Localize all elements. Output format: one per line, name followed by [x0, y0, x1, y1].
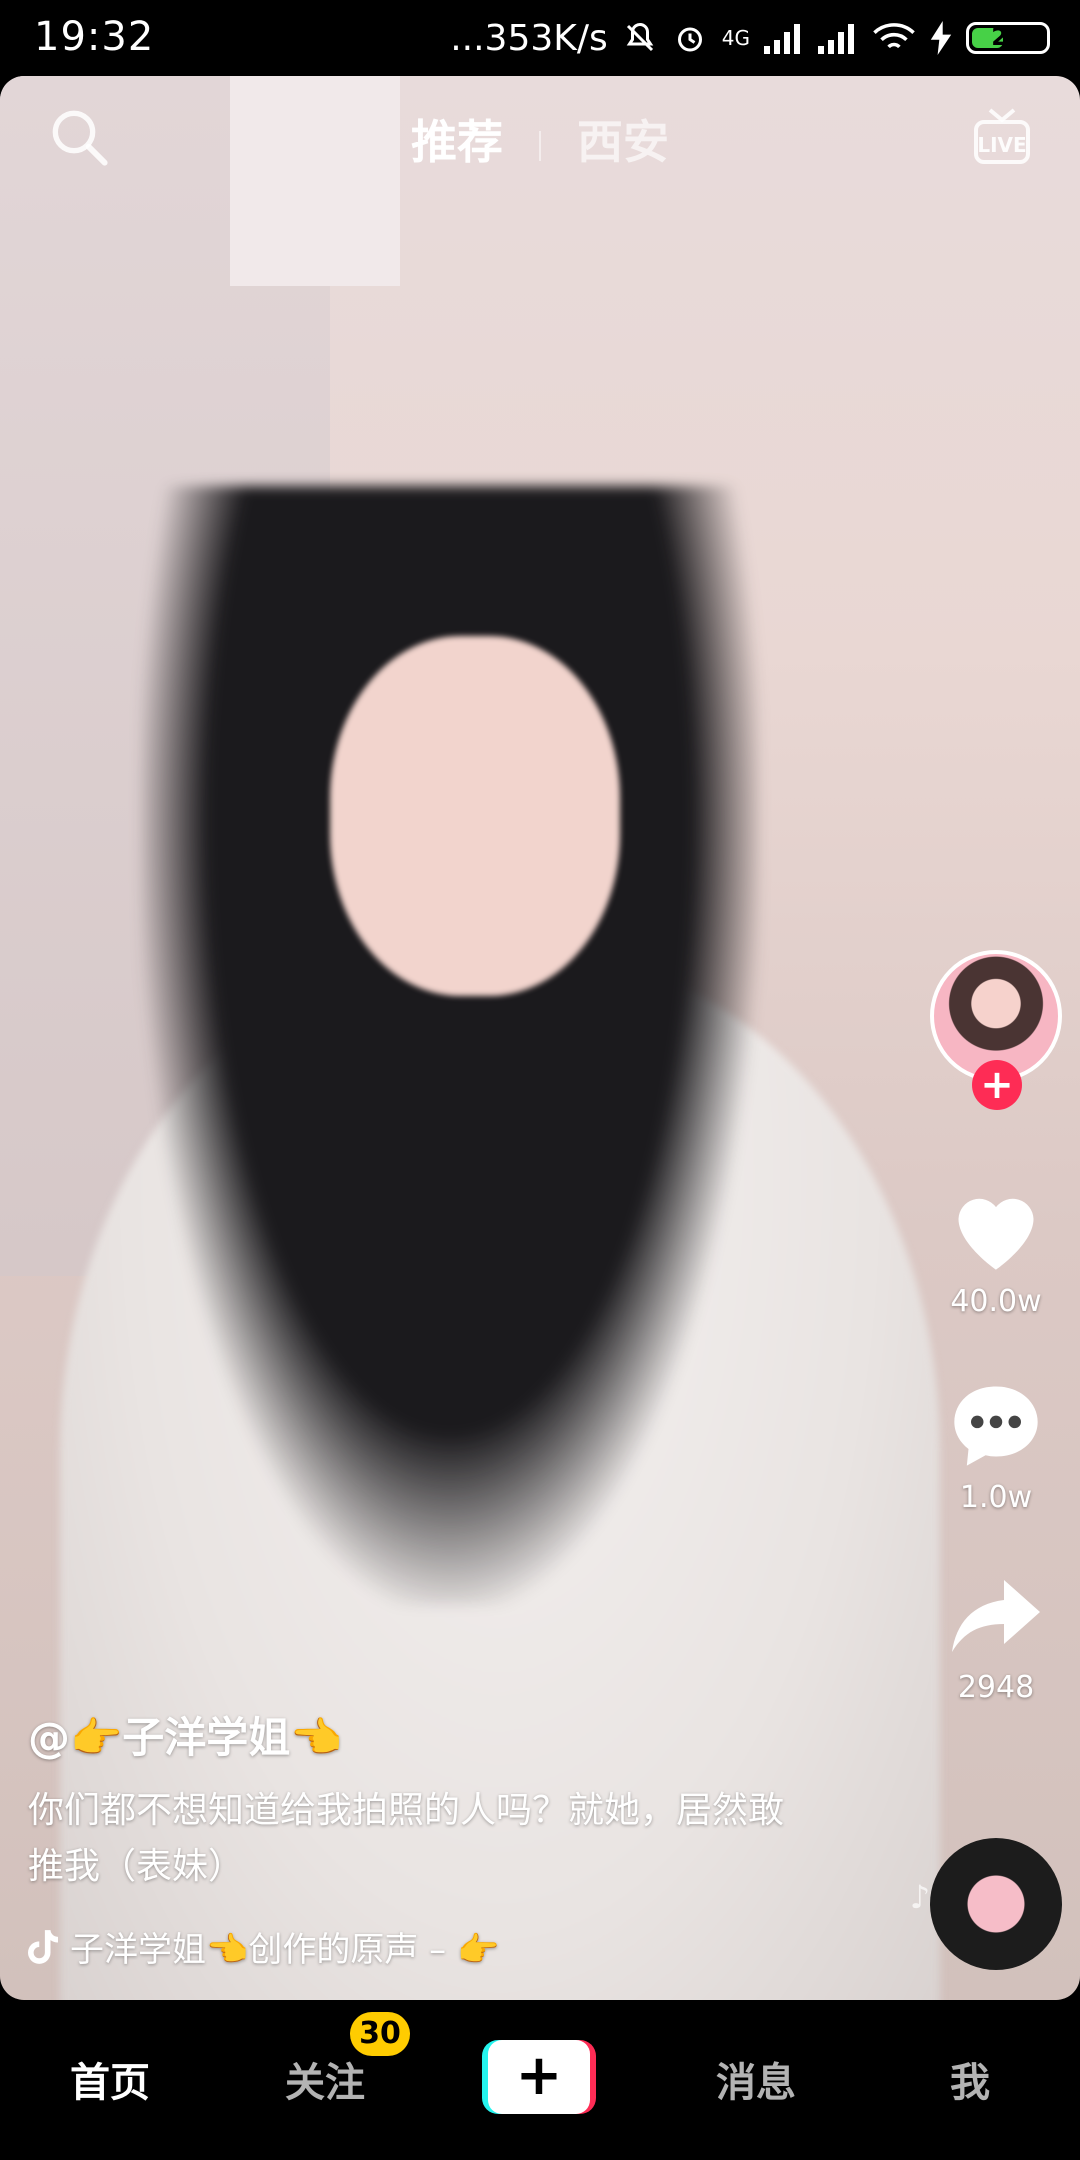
- nav-me[interactable]: 我: [890, 2050, 1050, 2108]
- tab-divider: [539, 130, 541, 161]
- status-bar: 19:32 ...353K/s 4G 24: [0, 0, 1080, 76]
- like-count: 40.0w: [950, 1284, 1042, 1319]
- battery-level: 24: [991, 23, 1025, 51]
- creator-avatar[interactable]: +: [930, 950, 1062, 1110]
- tab-local[interactable]: 西安: [557, 106, 689, 172]
- bottom-nav: 首页 关注 30 + 消息 我: [0, 2000, 1080, 2160]
- share-button[interactable]: 2948: [926, 1572, 1066, 1705]
- live-icon[interactable]: LIVE: [970, 104, 1034, 168]
- plus-icon: +: [488, 2040, 590, 2114]
- top-tabs: 推荐 西安: [0, 106, 1080, 172]
- signal-icon: [764, 22, 804, 54]
- music-note-icon: ♪: [909, 1878, 930, 1916]
- live-label: LIVE: [977, 133, 1026, 157]
- nav-following[interactable]: 关注: [245, 2050, 405, 2108]
- video-description: 你们都不想知道给我拍照的人吗？就她，居然敢推我（表妹）: [28, 1790, 785, 1887]
- video-caption: @👉子洋学姐👈 你们都不想知道给我拍照的人吗？就她，居然敢推我（表妹）: [28, 1704, 808, 1895]
- comment-button[interactable]: 1.0w: [926, 1378, 1066, 1515]
- signal-icon: [818, 22, 858, 54]
- network-speed: ...353K/s: [450, 17, 608, 59]
- comment-icon: [954, 1386, 1038, 1466]
- music-info[interactable]: 子洋学姐👈创作的原声 – 👉: [28, 1922, 499, 1971]
- alarm-icon: [672, 20, 708, 56]
- heart-icon: [958, 1198, 1034, 1270]
- comment-count: 1.0w: [959, 1480, 1033, 1515]
- battery-icon: 24: [966, 22, 1050, 54]
- creator-username[interactable]: @👉子洋学姐👈: [28, 1704, 808, 1765]
- video-subject-face: [330, 636, 620, 996]
- network-type: 4G: [721, 26, 750, 50]
- mute-bell-icon: [622, 20, 658, 56]
- create-button[interactable]: +: [482, 2040, 596, 2114]
- like-button[interactable]: 40.0w: [926, 1182, 1066, 1319]
- nav-home[interactable]: 首页: [30, 2050, 190, 2108]
- music-title: 子洋学姐👈创作的原声 – 👉: [70, 1930, 500, 1970]
- tab-recommend[interactable]: 推荐: [391, 106, 523, 172]
- following-badge: 30: [350, 2012, 410, 2056]
- status-icons: ...353K/s 4G 24: [450, 14, 1050, 62]
- share-count: 2948: [957, 1670, 1035, 1705]
- share-icon: [952, 1580, 1040, 1652]
- charging-icon: [930, 21, 952, 55]
- nav-messages[interactable]: 消息: [676, 2050, 836, 2108]
- music-disc[interactable]: [930, 1838, 1062, 1970]
- tiktok-note-icon: [28, 1929, 58, 1964]
- follow-button[interactable]: +: [972, 1060, 1022, 1110]
- status-time: 19:32: [34, 14, 155, 60]
- wifi-icon: [872, 22, 916, 54]
